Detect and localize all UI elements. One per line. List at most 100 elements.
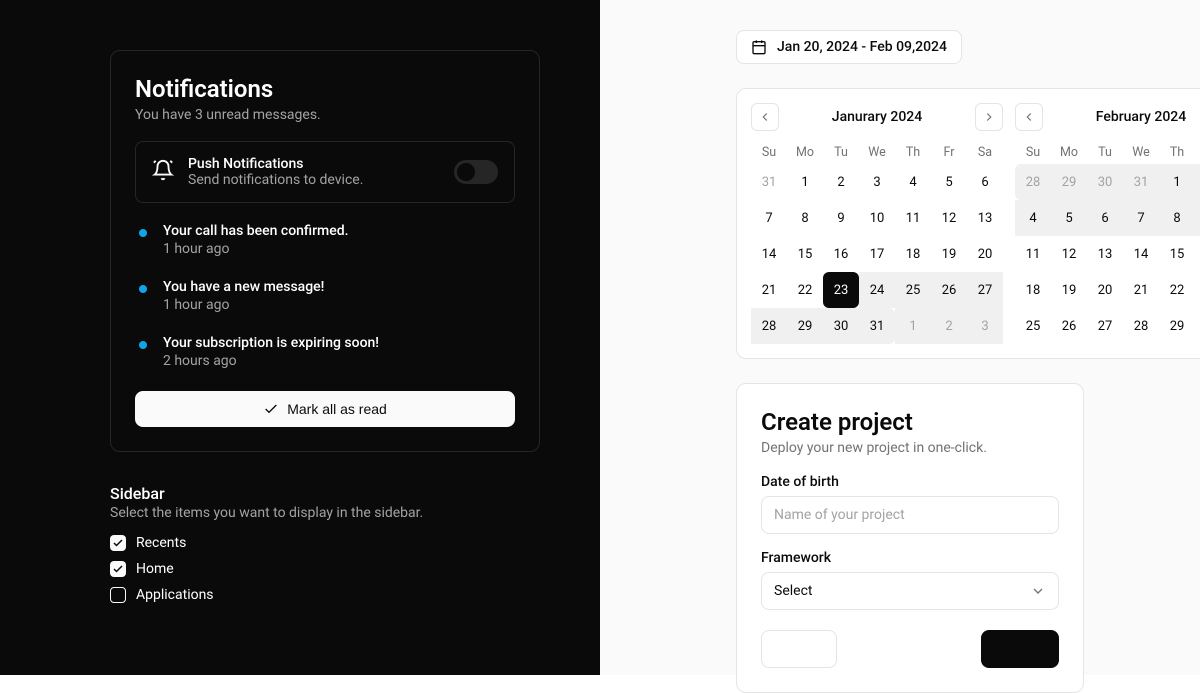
calendar-day[interactable]: 18 [1015, 272, 1051, 308]
calendar-day[interactable]: 1 [895, 308, 931, 344]
calendar-day[interactable]: 30 [1087, 164, 1123, 200]
calendar-day[interactable]: 18 [895, 236, 931, 272]
calendar-day[interactable]: 26 [1051, 308, 1087, 344]
date-range-label: Jan 20, 2024 - Feb 09,2024 [777, 39, 947, 55]
calendar-day[interactable]: 14 [751, 236, 787, 272]
calendar-day[interactable]: 11 [895, 200, 931, 236]
chevron-down-icon [1030, 583, 1046, 599]
calendar-day[interactable]: 23 [823, 272, 859, 308]
calendar-day[interactable]: 17 [859, 236, 895, 272]
calendar-day[interactable]: 28 [1015, 164, 1051, 200]
sidebar-title: Sidebar [110, 484, 540, 503]
calendar-day[interactable]: 20 [1087, 272, 1123, 308]
calendar-day[interactable]: 15 [1159, 236, 1195, 272]
calendar-day[interactable]: 31 [751, 164, 787, 200]
calendar-day[interactable]: 12 [931, 200, 967, 236]
calendar-day[interactable]: 3 [859, 164, 895, 200]
calendar-next-button[interactable] [975, 103, 1003, 131]
deploy-button[interactable] [981, 630, 1059, 668]
cancel-button[interactable] [761, 630, 837, 668]
checkbox-icon [110, 587, 126, 603]
calendar-day[interactable]: 6 [967, 164, 1003, 200]
calendar-day[interactable]: 16 [823, 236, 859, 272]
calendar-day[interactable]: 30 [823, 308, 859, 344]
calendar-day[interactable]: 28 [751, 308, 787, 344]
framework-label: Framework [761, 550, 1059, 566]
calendar-dow: Tu [823, 145, 859, 160]
calendar-day[interactable]: 13 [967, 200, 1003, 236]
date-range-button[interactable]: Jan 20, 2024 - Feb 09,2024 [736, 30, 962, 64]
calendar-icon [751, 39, 767, 55]
calendar-day[interactable]: 29 [787, 308, 823, 344]
calendar-month-feb: February 2024 SuMoTuWeThFrSa 28293031123… [1015, 103, 1200, 344]
calendar-day[interactable]: 5 [1051, 200, 1087, 236]
calendar-day[interactable]: 26 [931, 272, 967, 308]
calendar-day[interactable]: 9 [1195, 200, 1200, 236]
calendar-day[interactable]: 19 [1051, 272, 1087, 308]
mark-all-read-button[interactable]: Mark all as read [135, 391, 515, 427]
calendar-day[interactable]: 12 [1051, 236, 1087, 272]
calendar-day[interactable]: 31 [859, 308, 895, 344]
calendar-day[interactable]: 23 [1195, 272, 1200, 308]
calendar-day[interactable]: 27 [1087, 308, 1123, 344]
project-name-input[interactable] [761, 496, 1059, 534]
check-icon [263, 401, 279, 417]
push-title: Push Notifications [188, 156, 440, 172]
checkbox-label: Home [136, 561, 174, 577]
calendar-day[interactable]: 5 [931, 164, 967, 200]
notification-title: Your call has been confirmed. [163, 223, 349, 239]
calendar-day[interactable]: 10 [859, 200, 895, 236]
sidebar-option-applications[interactable]: Applications [110, 587, 540, 603]
sidebar-subtitle: Select the items you want to display in … [110, 505, 540, 521]
calendar-dow: Mo [1051, 145, 1087, 160]
calendar-day[interactable]: 29 [1051, 164, 1087, 200]
calendar-day[interactable]: 9 [823, 200, 859, 236]
calendar-day[interactable]: 20 [967, 236, 1003, 272]
sidebar-option-recents[interactable]: Recents [110, 535, 540, 551]
calendar-dow: Th [1159, 145, 1195, 160]
sidebar-section: Sidebar Select the items you want to dis… [110, 484, 540, 603]
calendar-dow: We [859, 145, 895, 160]
notification-item: Your subscription is expiring soon! 2 ho… [135, 335, 515, 369]
calendar-day[interactable]: 29 [1159, 308, 1195, 344]
calendar-prev-button[interactable] [1015, 103, 1043, 131]
calendar-day[interactable]: 8 [1159, 200, 1195, 236]
calendar-day[interactable]: 7 [1123, 200, 1159, 236]
calendar-day[interactable]: 28 [1123, 308, 1159, 344]
calendar-day[interactable]: 13 [1087, 236, 1123, 272]
calendar-day[interactable]: 14 [1123, 236, 1159, 272]
calendar-prev-button[interactable] [751, 103, 779, 131]
calendar-day[interactable]: 2 [931, 308, 967, 344]
calendar-day[interactable]: 2 [1195, 164, 1200, 200]
calendar-day[interactable]: 25 [1015, 308, 1051, 344]
calendar-day[interactable]: 4 [1015, 200, 1051, 236]
calendar-day[interactable]: 8 [787, 200, 823, 236]
calendar-day[interactable]: 19 [931, 236, 967, 272]
calendar-day[interactable]: 1 [1159, 164, 1195, 200]
calendar-day[interactable]: 22 [787, 272, 823, 308]
project-subtitle: Deploy your new project in one-click. [761, 440, 1059, 456]
calendar-day[interactable]: 4 [895, 164, 931, 200]
checkbox-label: Recents [136, 535, 186, 551]
sidebar-option-home[interactable]: Home [110, 561, 540, 577]
push-toggle[interactable] [454, 160, 498, 184]
calendar-day[interactable]: 3 [967, 308, 1003, 344]
calendar-day[interactable]: 27 [967, 272, 1003, 308]
calendar-day[interactable]: 31 [1123, 164, 1159, 200]
calendar-day[interactable]: 21 [751, 272, 787, 308]
notification-item: You have a new message! 1 hour ago [135, 279, 515, 313]
bell-icon [152, 159, 174, 185]
calendar-day[interactable]: 11 [1015, 236, 1051, 272]
framework-select[interactable]: Select [761, 572, 1059, 610]
calendar-day[interactable]: 16 [1195, 236, 1200, 272]
calendar-day[interactable]: 24 [859, 272, 895, 308]
calendar-day[interactable]: 2 [823, 164, 859, 200]
project-title: Create project [761, 408, 1059, 436]
calendar-day[interactable]: 7 [751, 200, 787, 236]
calendar-day[interactable]: 25 [895, 272, 931, 308]
calendar-day[interactable]: 1 [787, 164, 823, 200]
calendar-day[interactable]: 22 [1159, 272, 1195, 308]
calendar-day[interactable]: 21 [1123, 272, 1159, 308]
calendar-day[interactable]: 6 [1087, 200, 1123, 236]
calendar-day[interactable]: 15 [787, 236, 823, 272]
